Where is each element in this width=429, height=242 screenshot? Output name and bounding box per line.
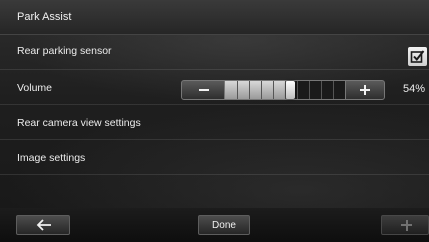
image-settings-row[interactable]: Image settings: [0, 140, 429, 175]
volume-slider-handle[interactable]: [286, 81, 295, 99]
back-button[interactable]: [16, 215, 70, 235]
image-settings-label: Image settings: [17, 152, 86, 164]
volume-decrease-button[interactable]: [181, 80, 225, 100]
volume-slider-segment: [321, 81, 322, 99]
page-title: Park Assist: [17, 11, 72, 23]
checkmark-icon: [410, 50, 425, 63]
volume-label: Volume: [17, 82, 53, 94]
rear-parking-sensor-label: Rear parking sensor: [17, 45, 112, 57]
add-button[interactable]: [381, 215, 429, 235]
arrow-left-icon: [36, 219, 51, 231]
volume-slider-segment: [333, 81, 334, 99]
volume-slider-segment: [261, 81, 262, 99]
volume-value: 54%: [403, 83, 426, 95]
done-button-label: Done: [212, 220, 236, 231]
rear-camera-view-settings-label: Rear camera view settings: [17, 117, 141, 129]
volume-increase-button[interactable]: [345, 80, 385, 100]
volume-slider-fill: [225, 81, 290, 99]
minus-icon: [199, 89, 209, 91]
volume-slider-segment: [297, 81, 298, 99]
volume-slider-segment: [309, 81, 310, 99]
rear-camera-view-settings-row[interactable]: Rear camera view settings: [0, 105, 429, 140]
volume-slider-segment: [249, 81, 250, 99]
done-button[interactable]: Done: [198, 215, 250, 235]
volume-slider-segment: [273, 81, 274, 99]
volume-slider-track[interactable]: [225, 80, 345, 100]
rear-parking-sensor-checkbox[interactable]: [408, 47, 427, 66]
title-bar: Park Assist: [0, 0, 429, 35]
park-assist-screen: Park Assist Rear parking sensor Volume 5…: [0, 0, 429, 242]
volume-slider-segment: [237, 81, 238, 99]
rear-parking-sensor-row[interactable]: Rear parking sensor: [0, 35, 429, 70]
